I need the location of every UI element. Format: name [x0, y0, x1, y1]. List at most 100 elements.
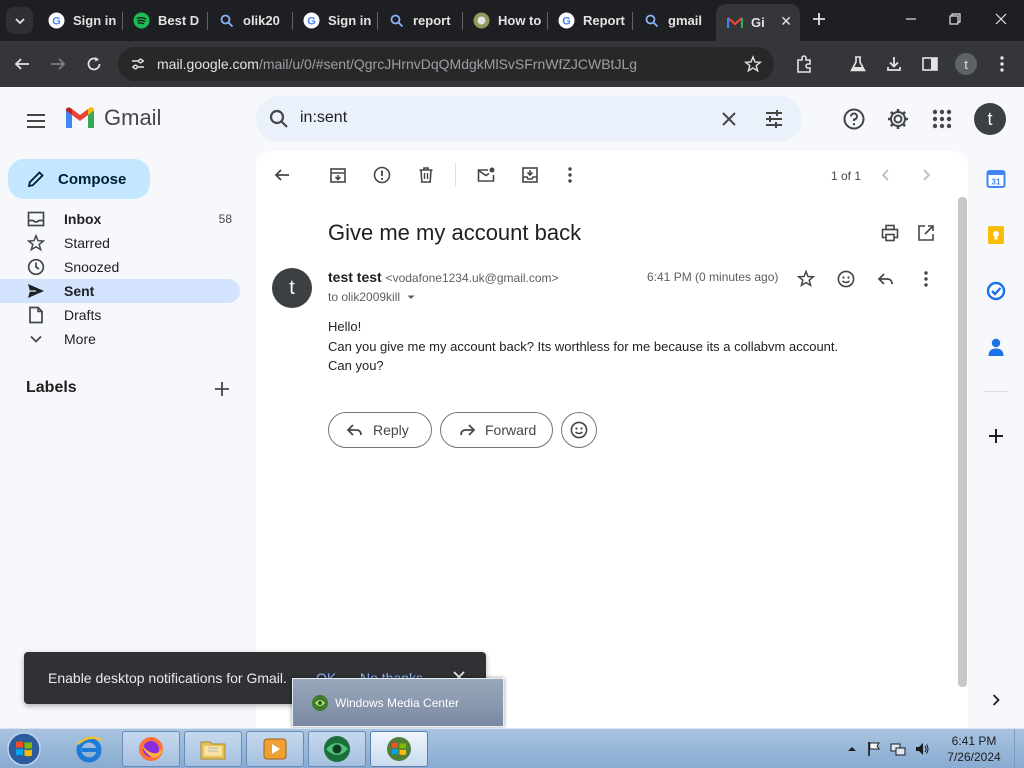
taskbar-file-explorer[interactable]	[184, 731, 242, 767]
restore-button[interactable]	[946, 10, 964, 28]
chevron-right-icon	[992, 694, 1000, 706]
nav-label: More	[64, 331, 96, 347]
reply-icon-button[interactable]	[876, 269, 896, 289]
account-avatar[interactable]: t	[974, 103, 1006, 135]
mark-unread-button[interactable]	[476, 165, 496, 185]
bookmark-star-icon[interactable]	[744, 55, 762, 73]
nav-item-snoozed[interactable]: Snoozed	[0, 255, 240, 279]
nav-item-inbox[interactable]: Inbox 58	[0, 207, 240, 231]
contacts-icon	[988, 338, 1004, 356]
recipient-line[interactable]: to olik2009kill	[328, 290, 418, 304]
close-window-button[interactable]	[992, 10, 1010, 28]
browser-tab[interactable]: olik20	[208, 4, 292, 37]
browser-tab[interactable]: report	[378, 4, 462, 37]
browser-tab[interactable]: gmail	[633, 4, 713, 37]
side-panel-button[interactable]	[918, 52, 942, 76]
calendar-addon[interactable]: 31	[978, 161, 1014, 197]
taskbar-clock[interactable]: 6:41 PM 7/26/2024	[926, 733, 1022, 765]
new-tab-button[interactable]	[808, 8, 830, 30]
search-options-icon[interactable]	[763, 108, 785, 130]
profile-button[interactable]: t	[954, 52, 978, 76]
emoji-icon	[570, 421, 588, 439]
compose-button[interactable]: Compose	[8, 159, 150, 199]
settings-button[interactable]	[886, 107, 910, 131]
more-actions-button[interactable]	[560, 165, 580, 185]
main-menu-button[interactable]	[24, 109, 48, 133]
back-to-sent-button[interactable]	[272, 165, 292, 185]
chevron-left-icon	[881, 169, 889, 181]
search-input[interactable]: in:sent	[300, 109, 347, 127]
taskbar-thumbnail-tooltip[interactable]: Windows Media Center	[292, 678, 504, 727]
nav-item-drafts[interactable]: Drafts	[0, 303, 240, 327]
tasks-addon[interactable]	[978, 273, 1014, 309]
archive-button[interactable]	[328, 165, 348, 185]
browser-tab[interactable]: G Sign in	[38, 4, 122, 37]
move-to-button[interactable]	[520, 165, 540, 185]
forward-button[interactable]	[46, 52, 70, 76]
scrollbar[interactable]	[958, 197, 967, 687]
browser-tab-active[interactable]: Gi ✕	[716, 4, 800, 41]
reload-button[interactable]	[82, 52, 106, 76]
labs-button[interactable]	[846, 52, 870, 76]
nav-item-sent[interactable]: Sent	[0, 279, 240, 303]
browser-toolbar: mail.google.com/mail/u/0/#sent/QgrcJHrnv…	[0, 41, 1024, 87]
pagination-text: 1 of 1	[831, 169, 862, 183]
clear-search-icon[interactable]	[719, 109, 739, 129]
browser-tab[interactable]: Best D	[123, 4, 207, 37]
emoji-react-button[interactable]	[561, 412, 597, 448]
create-label-button[interactable]	[212, 379, 232, 399]
mail-search-bar[interactable]: in:sent	[256, 96, 802, 142]
google-apps-button[interactable]	[930, 107, 954, 131]
taskbar-media-player[interactable]	[246, 731, 304, 767]
show-hidden-icons-button[interactable]	[844, 741, 860, 757]
taskbar-firefox[interactable]	[122, 731, 180, 767]
contacts-addon[interactable]	[978, 329, 1014, 365]
newer-button[interactable]	[876, 165, 896, 185]
open-new-window-button[interactable]	[916, 223, 936, 243]
downloads-button[interactable]	[882, 52, 906, 76]
gear-icon	[888, 109, 908, 129]
message-more-button[interactable]	[916, 269, 936, 289]
network-icon[interactable]	[890, 741, 906, 757]
support-button[interactable]	[842, 107, 866, 131]
taskbar-internet-explorer[interactable]	[60, 731, 118, 767]
emoji-icon	[837, 270, 855, 288]
delete-button[interactable]	[416, 165, 436, 185]
browser-tab[interactable]: G Sign in	[293, 4, 377, 37]
address-bar[interactable]: mail.google.com/mail/u/0/#sent/QgrcJHrnv…	[118, 47, 774, 81]
show-side-panel-button[interactable]	[978, 682, 1014, 718]
report-spam-button[interactable]	[372, 165, 392, 185]
star-message-button[interactable]	[796, 269, 816, 289]
forward-button[interactable]: Forward	[440, 412, 553, 448]
print-all-button[interactable]	[880, 223, 900, 243]
search-icon[interactable]	[268, 108, 290, 130]
minimize-button[interactable]	[902, 10, 920, 28]
add-reaction-button[interactable]	[836, 269, 856, 289]
extensions-button[interactable]	[792, 52, 816, 76]
svg-text:G: G	[52, 16, 61, 28]
taskbar-chrome[interactable]	[370, 731, 428, 767]
chrome-menu-button[interactable]	[990, 52, 1014, 76]
close-tab-icon[interactable]: ✕	[780, 13, 792, 30]
tab-search-button[interactable]	[6, 7, 33, 34]
tooltip-label: Windows Media Center	[335, 696, 460, 710]
nav-item-more[interactable]: More	[0, 327, 240, 351]
browser-tab[interactable]: How to	[463, 4, 547, 37]
sender-avatar: t	[272, 268, 312, 308]
site-info-icon[interactable]	[130, 56, 146, 72]
message-panel: 1 of 1 Give me my account back t test te…	[256, 151, 968, 728]
action-center-icon[interactable]	[866, 741, 882, 757]
reply-icon	[877, 273, 893, 285]
start-button[interactable]	[4, 730, 44, 768]
reply-button[interactable]: Reply	[328, 412, 432, 448]
get-addons-button[interactable]	[978, 418, 1014, 454]
older-button[interactable]	[916, 165, 936, 185]
nav-item-starred[interactable]: Starred	[0, 231, 240, 255]
keep-addon[interactable]	[978, 217, 1014, 253]
browser-tab[interactable]: G Report	[548, 4, 632, 37]
gmail-logo[interactable]: Gmail	[64, 105, 161, 131]
show-desktop-button[interactable]	[1014, 729, 1024, 768]
back-button[interactable]	[10, 52, 34, 76]
taskbar-media-center[interactable]	[308, 731, 366, 767]
body-line: Can you give me my account back? Its wor…	[328, 338, 839, 354]
